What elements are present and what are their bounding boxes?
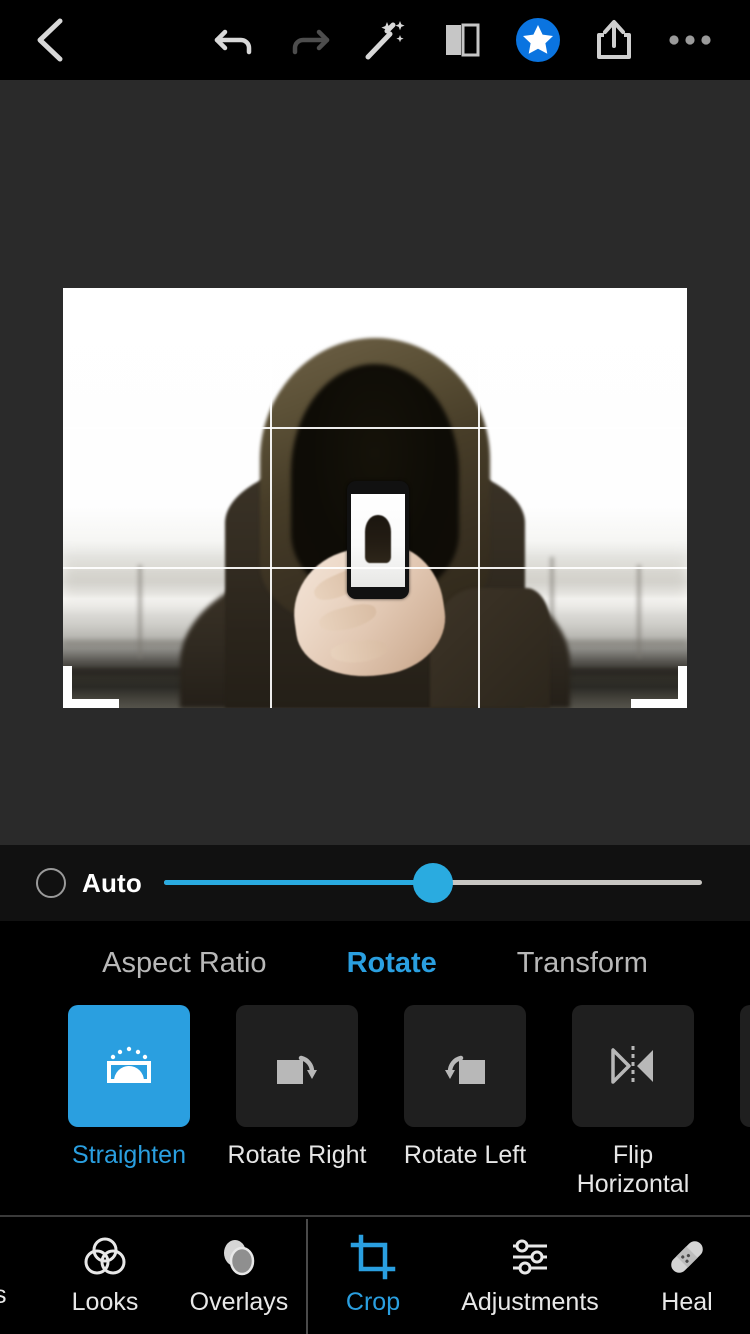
tool-flip-vertical[interactable]: Flip <box>717 1005 750 1170</box>
redo-button[interactable] <box>272 0 348 80</box>
photo-canvas[interactable] <box>0 80 750 845</box>
magic-wand-icon <box>365 21 405 60</box>
tool-rotate-right-tile[interactable] <box>236 1005 358 1127</box>
auto-radio-button[interactable] <box>36 868 66 898</box>
crop-icon <box>350 1234 396 1280</box>
back-button[interactable] <box>0 0 100 80</box>
rotate-tool-row[interactable]: Straighten Rotate Right Rotate Left Flip… <box>0 1005 750 1215</box>
nav-item-adjustments[interactable]: Adjustments <box>440 1216 620 1334</box>
straighten-slider-bar: Auto <box>0 845 750 921</box>
before-after-icon <box>446 23 480 57</box>
more-icon <box>669 35 711 45</box>
tool-rotate-right[interactable]: Rotate Right <box>213 1005 381 1170</box>
crop-subtabs: Aspect Ratio Rotate Transform <box>0 921 750 1005</box>
nav-divider <box>306 1219 308 1334</box>
tool-rotate-left-tile[interactable] <box>404 1005 526 1127</box>
nav-item-overlays[interactable]: Overlays <box>172 1216 306 1334</box>
nav-item-adjustments-label: Adjustments <box>461 1288 599 1316</box>
share-icon <box>597 20 631 59</box>
tool-straighten-label: Straighten <box>72 1141 186 1169</box>
slider-fill <box>164 880 433 885</box>
toolbar-actions <box>196 0 750 80</box>
looks-icon <box>81 1234 129 1280</box>
auto-label: Auto <box>82 867 142 898</box>
nav-item-looks-label: Looks <box>71 1288 139 1316</box>
nav-item-overlays-label: Overlays <box>189 1288 289 1316</box>
tool-flip-horizontal-label: Flip Horizontal <box>576 1141 690 1198</box>
nav-item-crop-label: Crop <box>345 1288 401 1316</box>
redo-icon <box>292 29 330 55</box>
nav-item-crop[interactable]: Crop <box>306 1216 440 1334</box>
adjustments-icon <box>506 1234 554 1280</box>
before-after-button[interactable] <box>424 0 500 80</box>
tool-rotate-right-label: Rotate Right <box>227 1141 367 1169</box>
tool-flip-vertical-label: Flip <box>726 1141 750 1170</box>
tool-straighten-tile[interactable] <box>68 1005 190 1127</box>
star-icon <box>516 18 560 62</box>
photo-phone <box>347 481 410 600</box>
rotate-right-icon <box>277 1055 317 1084</box>
crop-handle-top-right[interactable] <box>678 288 687 330</box>
crop-handle-bottom-right[interactable] <box>678 666 687 708</box>
undo-button[interactable] <box>196 0 272 80</box>
tab-aspect-ratio[interactable]: Aspect Ratio <box>62 947 306 980</box>
tab-transform[interactable]: Transform <box>477 947 688 980</box>
more-options-button[interactable] <box>652 0 728 80</box>
photo-phone-screen <box>351 494 406 588</box>
share-button[interactable] <box>576 0 652 80</box>
rotate-left-icon <box>445 1055 485 1084</box>
photo-image[interactable] <box>63 288 687 708</box>
chevron-left-icon <box>37 18 63 62</box>
crop-handle-top-left[interactable] <box>63 288 72 330</box>
editor-screen: Auto Aspect Ratio Rotate Transform Strai… <box>0 0 750 1334</box>
nav-item-clipped-label: s <box>0 1281 7 1309</box>
nav-item-heal[interactable]: Heal <box>620 1216 750 1334</box>
flip-horizontal-icon <box>611 1046 653 1086</box>
slider-thumb[interactable] <box>413 863 453 903</box>
tool-straighten[interactable]: Straighten <box>45 1005 213 1170</box>
photo-subject-sleeve <box>429 588 550 708</box>
photo-phone-reflection <box>365 514 392 563</box>
undo-icon <box>214 29 252 55</box>
nav-item-looks[interactable]: Looks <box>38 1216 172 1334</box>
crop-handle-bottom-left[interactable] <box>63 666 72 708</box>
nav-item-clipped[interactable]: s <box>0 1217 40 1334</box>
straighten-icon <box>107 1046 151 1083</box>
heal-icon <box>663 1234 711 1280</box>
tab-rotate[interactable]: Rotate <box>307 947 477 980</box>
tool-rotate-left[interactable]: Rotate Left <box>381 1005 549 1170</box>
straighten-slider[interactable] <box>164 863 702 903</box>
favorite-button[interactable] <box>500 0 576 80</box>
photo-post <box>137 565 142 658</box>
tool-flip-horizontal[interactable]: Flip Horizontal <box>549 1005 717 1199</box>
photo-post <box>637 565 642 658</box>
top-toolbar <box>0 0 750 80</box>
nav-item-heal-label: Heal <box>661 1288 713 1316</box>
tool-rotate-left-label: Rotate Left <box>403 1141 527 1169</box>
tool-flip-vertical-tile[interactable] <box>740 1005 750 1127</box>
overlays-icon <box>215 1234 263 1280</box>
auto-enhance-button[interactable] <box>348 0 424 80</box>
bottom-nav: s Looks Overlays Crop Adjustments Heal <box>0 1215 750 1334</box>
tool-flip-horizontal-tile[interactable] <box>572 1005 694 1127</box>
